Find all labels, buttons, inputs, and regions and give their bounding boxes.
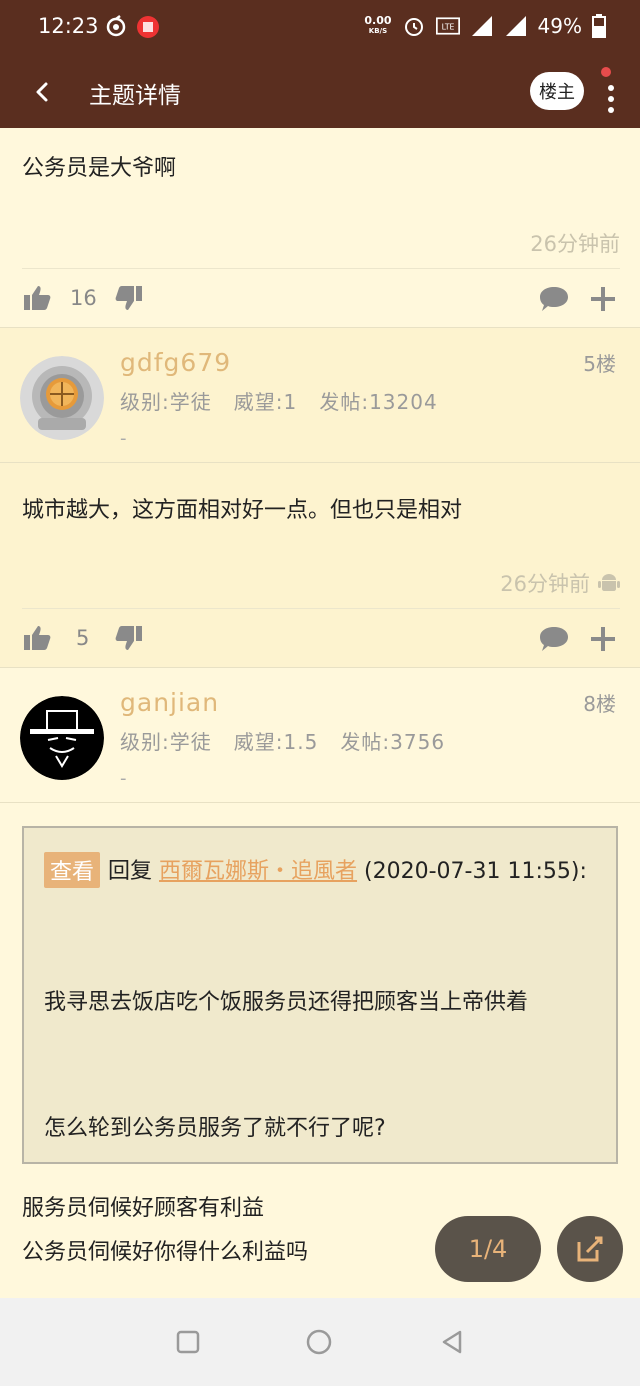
reply-edit-button[interactable] xyxy=(557,1216,623,1282)
comment-icon[interactable] xyxy=(538,624,570,654)
status-time: 12:23 xyxy=(38,14,99,38)
post-floor-5: gdfg679 级别:学徒 威望:1 发帖:13204 - 5楼 城市越大，这方… xyxy=(0,328,640,668)
app-bar: 主题详情 楼主 xyxy=(0,56,640,128)
user-info: ganjian 级别:学徒 威望:1.5 发帖:3756 - 8楼 xyxy=(0,668,640,804)
android-icon xyxy=(598,574,620,591)
like-count: 5 xyxy=(76,626,90,650)
app-notification-icon xyxy=(106,15,126,37)
view-quote-button[interactable]: 查看 xyxy=(44,852,101,888)
notification-dot xyxy=(601,67,611,77)
username[interactable]: ganjian xyxy=(120,688,219,717)
thread-owner-button[interactable]: 楼主 xyxy=(530,72,584,110)
signal-icon xyxy=(505,16,526,36)
username[interactable]: gdfg679 xyxy=(120,348,231,377)
more-options-icon[interactable] xyxy=(600,72,622,122)
floor-number: 8楼 xyxy=(583,692,616,716)
quote-line-1: 我寻思去饭店吃个饭服务员还得把顾客当上帝供着 xyxy=(44,990,529,1015)
user-meta: 级别:学徒 威望:1.5 发帖:3756 xyxy=(120,730,446,754)
user-signature: - xyxy=(120,428,127,449)
status-bar: 12:23 0.00 KB/S LTE 49% xyxy=(0,0,640,56)
edit-icon xyxy=(577,1236,603,1262)
quote-block: 回复 西爾瓦娜斯・追風者 (2020-07-31 11:55): 查看 我寻思去… xyxy=(22,826,618,1164)
home-icon[interactable] xyxy=(306,1329,332,1355)
plus-icon[interactable] xyxy=(588,624,618,654)
thumbs-down-icon[interactable] xyxy=(114,624,144,652)
quote-line-2: 怎么轮到公务员服务了就不行了呢? xyxy=(44,1116,386,1141)
reply-line-2: 公务员伺候好你得什么利益吗 xyxy=(22,1240,309,1265)
post-previous: 公务员是大爷啊 26分钟前 16 xyxy=(0,128,640,328)
back-icon[interactable] xyxy=(440,1329,464,1355)
comment-icon[interactable] xyxy=(538,284,570,314)
plus-icon[interactable] xyxy=(588,284,618,314)
thumbs-up-icon[interactable] xyxy=(22,624,52,652)
avatar[interactable] xyxy=(20,696,104,780)
app-badge-icon xyxy=(137,16,159,38)
post-time: 26分钟前 xyxy=(530,232,620,256)
post-actions: 5 xyxy=(0,612,640,668)
post-content: 公务员是大爷啊 xyxy=(22,156,177,181)
page-indicator-button[interactable]: 1/4 xyxy=(435,1216,541,1282)
quote-header: 回复 西爾瓦娜斯・追風者 (2020-07-31 11:55): xyxy=(108,859,587,884)
avatar[interactable] xyxy=(20,356,104,440)
net-speed: 0.00 KB/S xyxy=(364,14,392,35)
user-meta: 级别:学徒 威望:1 发帖:13204 xyxy=(120,390,438,414)
post-actions: 16 xyxy=(0,272,640,328)
recents-icon[interactable] xyxy=(176,1330,200,1354)
like-count: 16 xyxy=(70,286,97,310)
volte-icon: LTE xyxy=(435,17,460,35)
thumbs-up-icon[interactable] xyxy=(22,284,52,312)
quoted-author-link[interactable]: 西爾瓦娜斯・追風者 xyxy=(159,859,357,884)
post-time: 26分钟前 xyxy=(500,568,620,598)
user-signature: - xyxy=(120,768,127,789)
thumbs-down-icon[interactable] xyxy=(114,284,144,312)
page-title: 主题详情 xyxy=(89,83,181,109)
reply-line-1: 服务员伺候好顾客有利益 xyxy=(22,1196,265,1221)
svg-text:LTE: LTE xyxy=(441,22,454,31)
post-content: 城市越大，这方面相对好一点。但也只是相对 xyxy=(22,498,463,523)
signal-4g-icon xyxy=(471,16,492,36)
back-arrow-icon[interactable] xyxy=(28,76,58,108)
battery-icon xyxy=(592,14,606,38)
user-info: gdfg679 级别:学徒 威望:1 发帖:13204 - 5楼 xyxy=(0,328,640,464)
system-nav-bar xyxy=(0,1298,640,1386)
alarm-icon xyxy=(404,18,423,36)
floor-number: 5楼 xyxy=(583,352,616,376)
battery-level: 49% xyxy=(537,14,582,38)
